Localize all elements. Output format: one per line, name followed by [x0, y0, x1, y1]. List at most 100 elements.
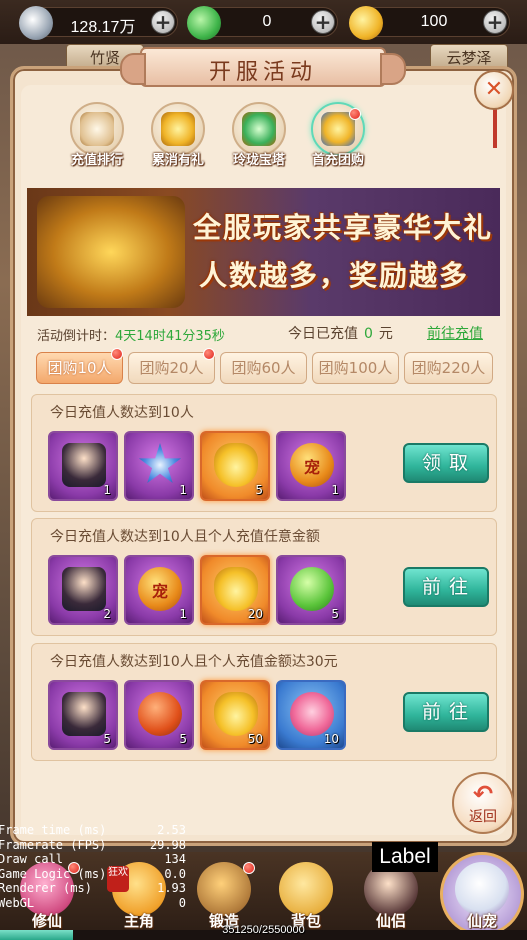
- silver-ingot-icon: [19, 6, 53, 40]
- tab-group-100[interactable]: 团购100人: [312, 352, 399, 384]
- tab-group-10[interactable]: 团购10人: [36, 352, 123, 384]
- reward-item[interactable]: 5: [276, 555, 346, 625]
- bag-icon: [279, 862, 333, 916]
- debug-key: Renderer (ms): [0, 881, 92, 895]
- panel-title: 开服活动: [208, 60, 317, 85]
- add-silver-button[interactable]: +: [151, 10, 175, 34]
- exp-text: 351250/2550000: [222, 924, 305, 936]
- today-recharge: 今日已充值 0 元: [288, 323, 393, 343]
- reward-item[interactable]: 宠1: [124, 555, 194, 625]
- back-button[interactable]: ↶ 返回: [452, 772, 514, 834]
- panel-title-bar: 开服活动: [120, 47, 406, 87]
- activity-label: 玲珑宝塔: [232, 153, 285, 168]
- gold-ingot-icon: [349, 6, 383, 40]
- activity-label: 累消有礼: [151, 153, 204, 168]
- debug-key: Draw call: [0, 852, 64, 866]
- activity-consume-gift[interactable]: 累消有礼: [145, 102, 211, 168]
- go-recharge-link[interactable]: 前往充值: [427, 323, 483, 343]
- reward-count: 10: [323, 732, 339, 746]
- reward-item[interactable]: 50: [200, 680, 270, 750]
- tassel-decoration: [493, 108, 497, 148]
- today-recharge-unit: 元: [378, 326, 393, 342]
- goto-button[interactable]: 前往: [403, 567, 489, 607]
- debug-row: WebGL 0: [0, 896, 190, 911]
- debug-key: Game Logic (ms): [0, 866, 107, 881]
- task-description: 今日充值人数达到10人且个人充值金额达30元: [50, 654, 338, 670]
- debug-value: 2.53: [157, 823, 186, 837]
- reward-item[interactable]: 10: [276, 680, 346, 750]
- reward-item[interactable]: 1: [124, 431, 194, 501]
- gold-ingot-icon: [214, 692, 258, 736]
- reward-item[interactable]: 5: [124, 680, 194, 750]
- debug-key: Frame time (ms): [0, 823, 107, 837]
- debug-row: Frame time (ms) 2.53: [0, 823, 190, 838]
- treasure-chest-icon: [37, 196, 185, 308]
- banner-line-1: 全服玩家共享豪华大礼: [193, 211, 494, 244]
- reward-item[interactable]: 宠1: [276, 431, 346, 501]
- today-recharge-label: 今日已充值: [288, 326, 358, 342]
- back-button-label: 返回: [469, 809, 497, 825]
- overlay-label: Label: [372, 842, 438, 872]
- reward-item[interactable]: 1: [48, 431, 118, 501]
- add-gold-button[interactable]: +: [483, 10, 507, 34]
- sword-orb-icon: [138, 692, 182, 736]
- debug-value: 0.0: [164, 866, 186, 881]
- reward-count: 20: [247, 607, 263, 621]
- currency-bar: 128.17万 + 0 + 100 +: [0, 0, 527, 44]
- debug-row: Framerate (FPS) 29.98: [0, 838, 190, 853]
- debug-value: 1.93: [157, 881, 186, 895]
- blue-crystal-star-icon: [138, 443, 182, 484]
- notification-dot: [203, 348, 215, 360]
- silver-currency: 128.17万 +: [19, 6, 178, 40]
- character-avatar-icon: [62, 443, 106, 487]
- gold-ingot-icon: [214, 443, 258, 487]
- green-heart-orb-icon: [290, 567, 334, 611]
- countdown-value: 4天14时41分35秒: [115, 329, 225, 344]
- pagoda-icon: [242, 112, 276, 146]
- notification-dot: [349, 108, 361, 120]
- pet-glyph: 宠: [303, 458, 320, 477]
- pet-glyph: 宠: [151, 582, 168, 601]
- pet-icon: [455, 862, 509, 916]
- pet-token-icon: 宠: [290, 443, 334, 487]
- close-icon: ✕: [484, 77, 504, 102]
- tab-group-60[interactable]: 团购60人: [220, 352, 307, 384]
- tab-group-220[interactable]: 团购220人: [404, 352, 493, 384]
- reward-count: 2: [103, 607, 111, 621]
- pink-rose-icon: [290, 692, 334, 736]
- reward-item[interactable]: 5: [48, 680, 118, 750]
- gold-ingot-icon: [214, 567, 258, 611]
- activity-label: 首充团购: [311, 153, 364, 168]
- goto-button[interactable]: 前往: [403, 692, 489, 732]
- reward-count: 1: [179, 483, 187, 497]
- return-arrow-icon: ↶: [472, 780, 494, 808]
- character-avatar-icon: [62, 692, 106, 736]
- jade-amount: 0: [262, 13, 272, 30]
- activity-first-recharge-group[interactable]: 首充团购: [305, 102, 371, 168]
- reward-item[interactable]: 5: [200, 431, 270, 501]
- pet-token-icon: 宠: [138, 567, 182, 611]
- task-card: 今日充值人数达到10人 1 1 5 宠1 领取: [31, 394, 497, 512]
- reward-count: 5: [331, 607, 339, 621]
- add-jade-button[interactable]: +: [311, 10, 335, 34]
- reward-item[interactable]: 2: [48, 555, 118, 625]
- notification-dot: [243, 862, 255, 874]
- debug-row: Game Logic (ms) 0.0: [0, 867, 190, 882]
- jade-currency: 0 +: [187, 6, 338, 40]
- claim-button[interactable]: 领取: [403, 443, 489, 483]
- gold-amount: 100: [420, 13, 448, 30]
- activity-recharge-ranking[interactable]: 充值排行: [64, 102, 130, 168]
- gold-currency: 100 +: [349, 6, 510, 40]
- tab-group-20[interactable]: 团购20人: [128, 352, 215, 384]
- notification-dot: [111, 348, 123, 360]
- banner-line-2: 人数越多，奖励越多: [199, 259, 470, 292]
- task-description: 今日充值人数达到10人且个人充值任意金额: [50, 529, 320, 545]
- debug-key: WebGL: [0, 895, 35, 910]
- debug-value: 0: [178, 895, 186, 910]
- debug-key: Framerate (FPS): [0, 837, 107, 852]
- gift-gold-icon: [161, 112, 195, 146]
- close-button[interactable]: ✕: [474, 70, 514, 110]
- activity-pagoda[interactable]: 玲珑宝塔: [226, 102, 292, 168]
- reward-item[interactable]: 20: [200, 555, 270, 625]
- reward-count: 50: [247, 732, 263, 746]
